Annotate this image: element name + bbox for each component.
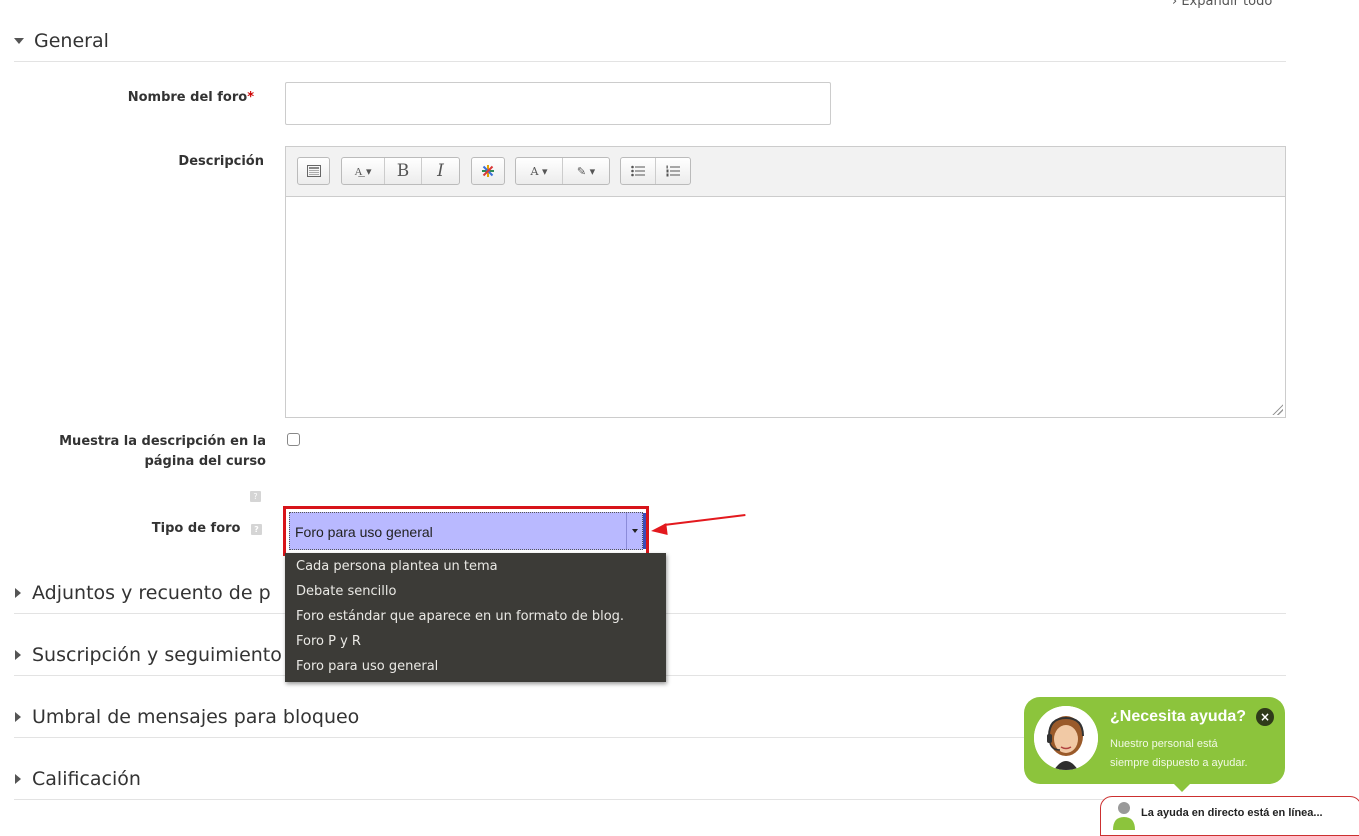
caret-right-icon — [15, 712, 21, 722]
text-style-button[interactable]: A͟ ▾ — [342, 158, 385, 184]
resize-grip-icon[interactable] — [1271, 403, 1283, 415]
ordered-list-button[interactable] — [656, 158, 690, 184]
section-general-toggle[interactable]: General — [14, 26, 1286, 56]
toggle-toolbar-button[interactable] — [298, 158, 329, 184]
toolbar-group-1 — [297, 157, 330, 185]
section-general-title: General — [34, 30, 109, 52]
forum-type-label-text: Tipo de foro — [151, 521, 241, 536]
highlighter-icon: ✎ ▾ — [576, 164, 596, 178]
section-threshold-title: Umbral de mensajes para bloqueo — [32, 706, 360, 728]
help-bubble-line1: Nuestro personal está — [1110, 738, 1218, 750]
numbered-list-icon — [666, 165, 680, 177]
editor-toolbar: A͟ ▾ B I A ▾ ✎ ▾ — [286, 147, 1285, 197]
forum-type-label: Tipo de foro ? — [100, 519, 262, 539]
live-chat-text: La ayuda en directo está en línea... — [1141, 807, 1323, 819]
section-grading-title: Calificación — [32, 768, 141, 790]
show-description-checkbox[interactable] — [287, 433, 300, 446]
description-label: Descripción — [178, 154, 264, 169]
section-general: General — [14, 26, 1286, 62]
show-description-label-line1: Muestra la descripción en la — [59, 434, 266, 449]
dropdown-option[interactable]: Foro estándar que aparece en un formato … — [285, 605, 666, 630]
caret-right-icon — [15, 774, 21, 784]
toolbar-group-5 — [620, 157, 691, 185]
help-bubble-line2: siempre dispuesto a ayudar. — [1110, 757, 1248, 769]
dropdown-option[interactable]: Debate sencillo — [285, 580, 666, 605]
editor-content-area[interactable] — [286, 197, 1285, 417]
keyboard-icon — [306, 165, 321, 177]
expand-all-label: Expandir todo — [1181, 0, 1273, 9]
bold-icon: B — [396, 161, 410, 181]
highlight-button[interactable]: ✎ ▾ — [563, 158, 609, 184]
annotation-arrow-line — [663, 514, 746, 526]
bullet-list-icon — [631, 165, 645, 177]
help-icon: ? — [250, 491, 261, 502]
close-icon[interactable]: × — [1256, 708, 1274, 726]
toolbar-group-4: A ▾ ✎ ▾ — [515, 157, 610, 185]
caret-right-icon — [15, 588, 21, 598]
expand-all-link[interactable]: › Expandir todo — [1172, 0, 1272, 9]
chevron-down-icon[interactable] — [626, 513, 642, 549]
help-bubble-title: ¿Necesita ayuda? — [1110, 708, 1247, 725]
description-editor: A͟ ▾ B I A ▾ ✎ ▾ — [285, 146, 1286, 418]
support-agent-icon — [1034, 706, 1098, 770]
required-mark: * — [247, 90, 254, 105]
text-style-icon: A͟ ▾ — [354, 164, 372, 178]
annotation-arrow-head-icon — [650, 523, 668, 537]
help-icon[interactable]: ? — [251, 524, 262, 535]
caret-right-icon — [15, 650, 21, 660]
support-agent-avatar — [1034, 706, 1098, 770]
text-color-button[interactable]: A ▾ — [516, 158, 563, 184]
select-focus-edge — [643, 513, 646, 549]
unordered-list-button[interactable] — [621, 158, 656, 184]
dropdown-option[interactable]: Foro para uso general — [285, 655, 666, 680]
forum-type-selected-value: Foro para uso general — [295, 524, 433, 540]
show-description-label-line2: página del curso — [144, 454, 266, 469]
section-subscription-title: Suscripción y seguimiento — [32, 644, 282, 666]
forum-name-input[interactable] — [285, 82, 831, 125]
italic-button[interactable]: I — [422, 158, 459, 184]
section-attachments-title: Adjuntos y recuento de p — [32, 582, 271, 604]
toolbar-group-2: A͟ ▾ B I — [341, 157, 460, 185]
help-bubble-tail — [1173, 783, 1191, 792]
sparkle-icon — [482, 165, 494, 177]
caret-down-icon — [14, 38, 24, 44]
text-color-icon: A ▾ — [530, 164, 548, 178]
chevron-right-icon: › — [1172, 0, 1178, 9]
insert-media-button[interactable] — [472, 158, 504, 184]
forum-name-label-text: Nombre del foro — [127, 90, 248, 105]
forum-type-dropdown: Cada persona plantea un tema Debate senc… — [285, 553, 666, 682]
section-threshold-toggle[interactable]: Umbral de mensajes para bloqueo — [14, 702, 1024, 732]
section-threshold: Umbral de mensajes para bloqueo — [14, 702, 1024, 738]
toolbar-group-3 — [471, 157, 505, 185]
person-icon — [1111, 800, 1137, 830]
dropdown-option[interactable]: Foro P y R — [285, 630, 666, 655]
bold-button[interactable]: B — [385, 158, 422, 184]
italic-icon: I — [437, 161, 444, 181]
help-bubble-text: Nuestro personal está siempre dispuesto … — [1110, 735, 1270, 773]
show-description-help[interactable]: ? — [250, 484, 261, 503]
show-description-label: Muestra la descripción en la página del … — [20, 432, 266, 472]
forum-name-label: Nombre del foro* — [60, 88, 254, 108]
forum-type-select[interactable]: Foro para uso general — [289, 512, 646, 550]
dropdown-option[interactable]: Cada persona plantea un tema — [285, 555, 666, 580]
